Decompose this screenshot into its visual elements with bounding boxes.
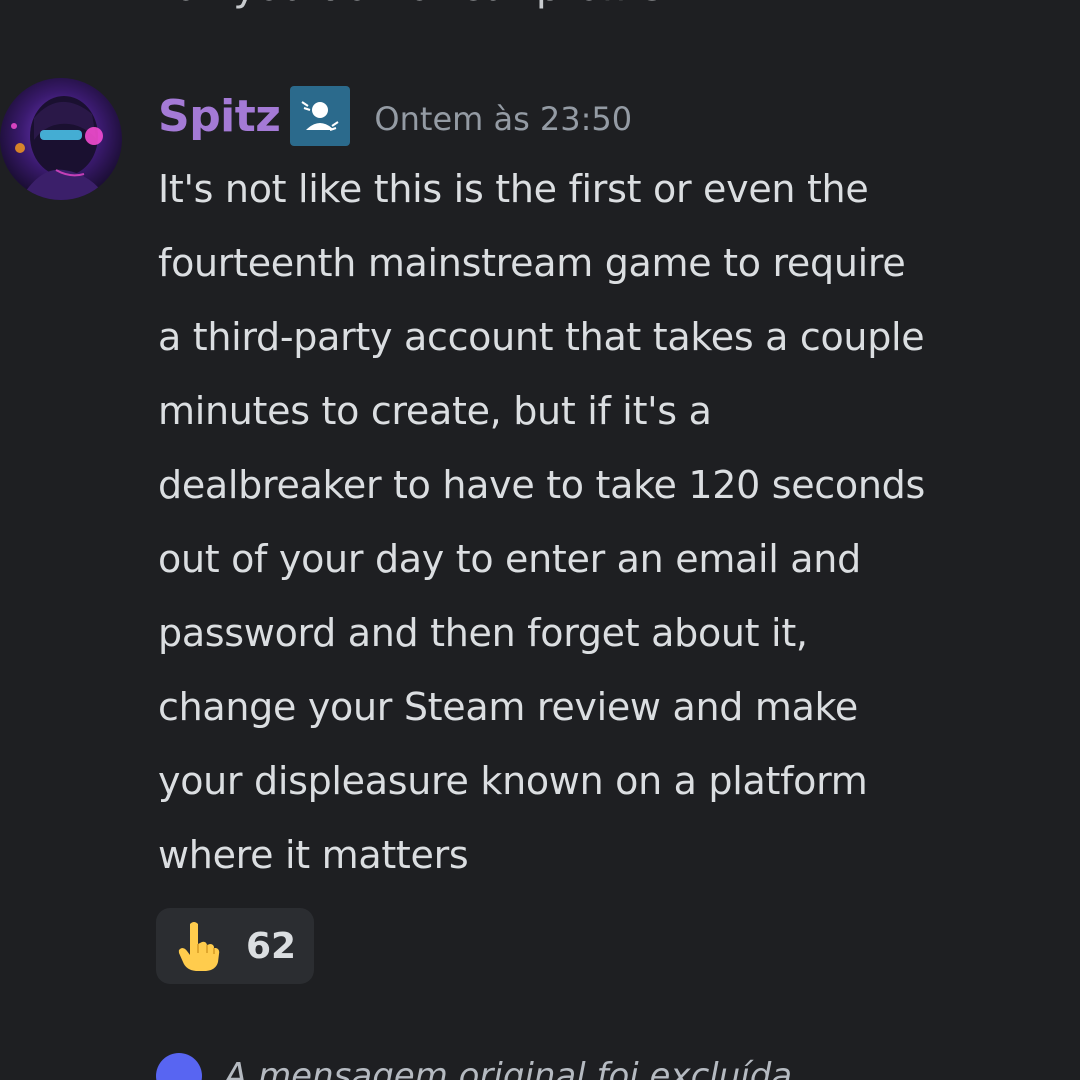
reply-preview[interactable]: A mensagem original foi excluída: [60, 1053, 793, 1080]
author-name[interactable]: Spitz: [158, 91, 281, 142]
chat-view: toil you do not cut profits Spitz: [0, 0, 1080, 1080]
avatar[interactable]: [0, 78, 122, 200]
pointing-up-hand-icon: [178, 922, 220, 971]
message-line: dealbreaker to have to take 120 seconds: [158, 463, 925, 507]
message-header: Spitz Ontem às 23:50: [158, 86, 632, 146]
message-line: a third-party account that takes a coupl…: [158, 315, 925, 359]
message-line: where it matters: [158, 833, 469, 877]
message-line: It's not like this is the first or even …: [158, 167, 869, 211]
previous-message-text: toil you do not cut profits: [158, 0, 663, 10]
reaction-button[interactable]: 62: [156, 908, 314, 984]
message-line: change your Steam review and make: [158, 685, 858, 729]
message-line: your displeasure known on a platform: [158, 759, 868, 803]
message-line: password and then forget about it,: [158, 611, 808, 655]
message-line: out of your day to enter an email and: [158, 537, 861, 581]
reply-preview-text: A mensagem original foi excluída: [224, 1056, 793, 1080]
message-line: fourteenth mainstream game to require: [158, 241, 906, 285]
message-timestamp: Ontem às 23:50: [374, 100, 633, 138]
user-badge-icon[interactable]: [290, 86, 351, 146]
discord-avatar-icon: [156, 1053, 202, 1080]
message-line: minutes to create, but if it's a: [158, 389, 712, 433]
avatar-image: [0, 78, 122, 200]
reaction-count: 62: [246, 925, 297, 967]
message-content: It's not like this is the first or even …: [158, 152, 1078, 892]
